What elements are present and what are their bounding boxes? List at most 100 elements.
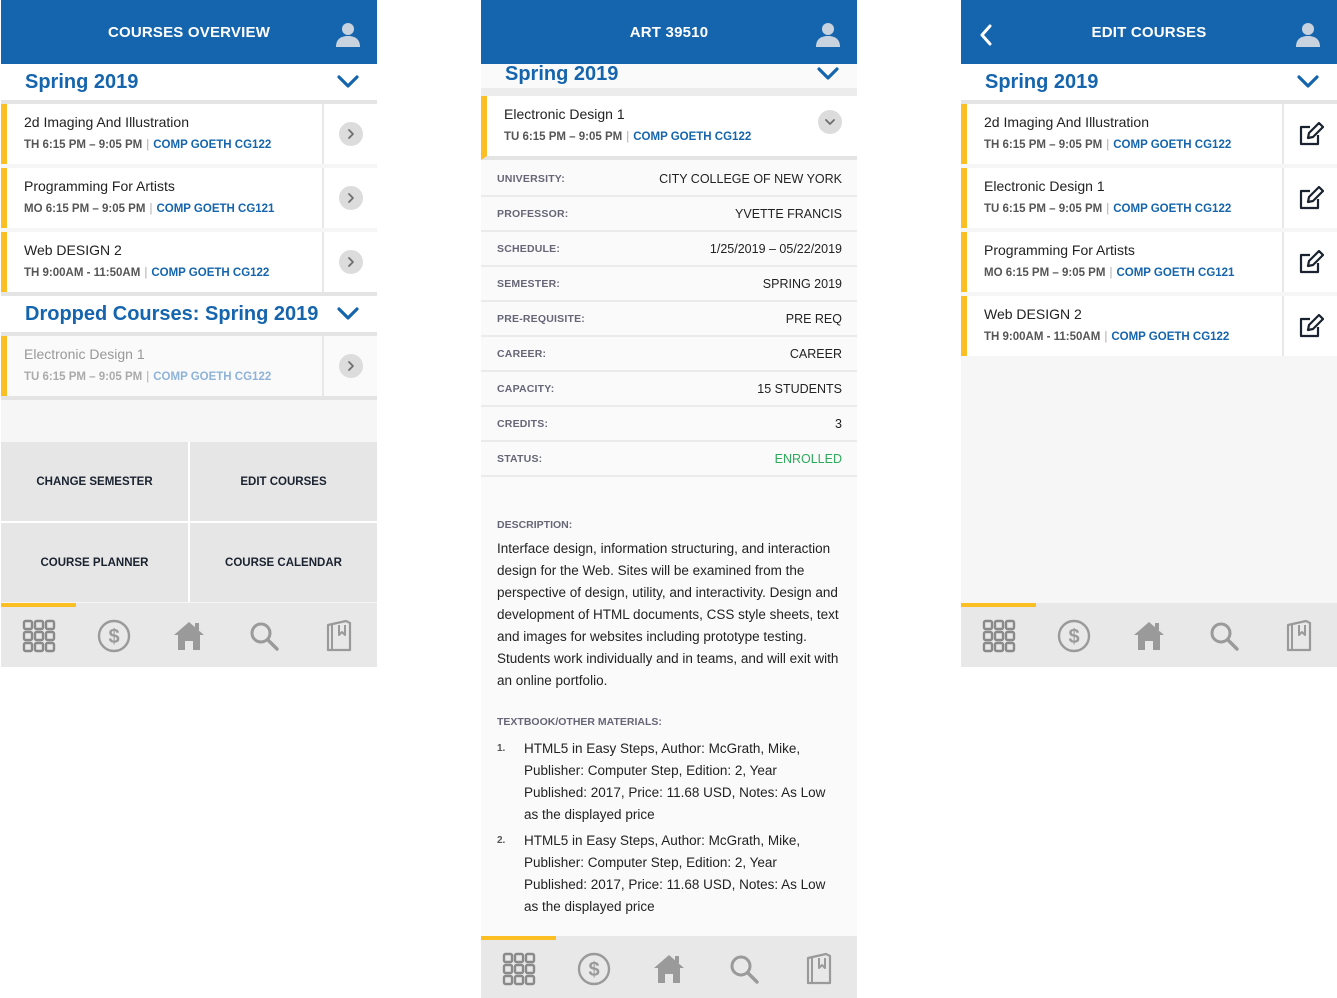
app-header: ART 39510: [481, 0, 857, 64]
tab-search[interactable]: [706, 944, 781, 994]
course-description: Interface design, information structurin…: [497, 541, 839, 688]
edit-course-button[interactable]: [1282, 104, 1337, 164]
course-open-button[interactable]: [322, 104, 377, 164]
edit-courses-screen: EDIT COURSES Spring 2019 2d Imaging And …: [961, 0, 1337, 667]
book-icon: [1282, 619, 1316, 653]
app-header: COURSES OVERVIEW: [1, 0, 377, 64]
tab-home[interactable]: [1111, 611, 1186, 661]
field-university: UNIVERSITY: CITY COLLEGE OF NEW YORK: [481, 162, 857, 197]
course-time: TH 6:15 PM – 9:05 PM: [24, 139, 143, 151]
field-label: CREDITS:: [497, 417, 549, 430]
book-icon: [322, 619, 356, 653]
course-item[interactable]: 2d Imaging And Illustration TH 6:15 PM –…: [1, 104, 377, 164]
dollar-icon: [1057, 619, 1091, 653]
course-item[interactable]: Electronic Design 1 TU 6:15 PM – 9:05 PM…: [961, 168, 1337, 228]
tab-book[interactable]: [301, 611, 376, 661]
course-open-button[interactable]: [322, 336, 377, 396]
chevron-right-icon[interactable]: [338, 354, 363, 378]
course-meta: TH 6:15 PM – 9:05 PM | COMP GOETH CG122: [984, 139, 1231, 151]
chevron-down-icon[interactable]: [337, 75, 359, 89]
semester-title: Spring 2019: [985, 70, 1099, 93]
course-item[interactable]: Web DESIGN 2 TH 9:00AM - 11:50AM | COMP GO…: [1, 232, 377, 292]
chevron-down-icon[interactable]: [1297, 75, 1319, 89]
course-detail-screen: ART 39510 Spring 2019 Electronic Design …: [481, 0, 857, 998]
course-item[interactable]: Web DESIGN 2 TH 9:00AM - 11:50AM | COMP GO…: [961, 296, 1337, 356]
course-meta: TU 6:15 PM – 9:05 PM | COMP GOETH CG122: [504, 131, 751, 143]
semester-selector[interactable]: Spring 2019: [481, 63, 857, 96]
user-icon[interactable]: [1295, 22, 1321, 48]
tab-book[interactable]: [1261, 611, 1336, 661]
course-room: COMP GOETH CG122: [1113, 139, 1232, 151]
course-time: TU 6:15 PM – 9:05 PM: [24, 371, 143, 383]
course-item[interactable]: Programming For Artists MO 6:15 PM – 9:0…: [1, 168, 377, 228]
semester-selector[interactable]: Spring 2019: [961, 64, 1337, 104]
dropped-courses-title: Dropped Courses: Spring 2019: [25, 302, 319, 325]
meta-separator: |: [144, 267, 148, 279]
tab-finance[interactable]: [556, 944, 631, 994]
material-text: HTML5 in Easy Steps, Author: McGrath, Mi…: [524, 833, 826, 914]
tab-search[interactable]: [1186, 611, 1261, 661]
chevron-down-icon[interactable]: [817, 67, 839, 81]
course-header[interactable]: Electronic Design 1 TU 6:15 PM – 9:05 PM…: [481, 96, 857, 160]
user-icon[interactable]: [335, 22, 361, 48]
course-calendar-button[interactable]: COURSE CALENDAR: [190, 523, 377, 602]
tab-home[interactable]: [151, 611, 226, 661]
course-room: COMP GOETH CG122: [1111, 331, 1230, 343]
chevron-down-icon[interactable]: [337, 307, 359, 321]
meta-separator: |: [149, 203, 153, 215]
course-open-button[interactable]: [322, 168, 377, 228]
edit-course-button[interactable]: [1282, 296, 1337, 356]
course-planner-button[interactable]: COURSE PLANNER: [1, 523, 188, 602]
chevron-right-icon[interactable]: [338, 122, 363, 146]
divider: [1, 396, 377, 400]
course-open-button[interactable]: [322, 232, 377, 292]
tab-grid[interactable]: [961, 611, 1036, 661]
meta-separator: |: [1104, 331, 1108, 343]
material-item: 2. HTML5 in Easy Steps, Author: McGrath,…: [497, 830, 843, 918]
course-time: TH 9:00AM - 11:50AM: [24, 267, 141, 279]
semester-selector[interactable]: Spring 2019: [1, 64, 377, 104]
action-buttons: CHANGE SEMESTER EDIT COURSES COURSE PLAN…: [1, 442, 377, 602]
course-item[interactable]: Programming For Artists MO 6:15 PM – 9:0…: [961, 232, 1337, 292]
search-icon: [247, 619, 281, 653]
chevron-right-icon[interactable]: [338, 250, 363, 274]
tab-grid[interactable]: [1, 611, 76, 661]
field-label: SEMESTER:: [497, 277, 561, 290]
course-name: Electronic Design 1: [984, 178, 1105, 194]
edit-course-button[interactable]: [1282, 168, 1337, 228]
back-arrow-icon[interactable]: [979, 24, 993, 46]
dollar-icon: [97, 619, 131, 653]
tab-search[interactable]: [226, 611, 301, 661]
field-semester: SEMESTER: SPRING 2019: [481, 267, 857, 302]
dropped-courses-header[interactable]: Dropped Courses: Spring 2019: [1, 292, 377, 336]
chevron-right-icon[interactable]: [338, 186, 363, 210]
user-icon[interactable]: [815, 22, 841, 48]
field-value: CITY COLLEGE OF NEW YORK: [659, 171, 842, 186]
tab-book[interactable]: [781, 944, 856, 994]
meta-separator: |: [626, 131, 630, 143]
edit-courses-button[interactable]: EDIT COURSES: [190, 442, 377, 521]
tab-finance[interactable]: [76, 611, 151, 661]
tab-grid[interactable]: [481, 944, 556, 994]
page-title: ART 39510: [629, 23, 709, 41]
meta-separator: |: [146, 139, 150, 151]
course-item[interactable]: 2d Imaging And Illustration TH 6:15 PM –…: [961, 104, 1337, 164]
meta-separator: |: [146, 371, 150, 383]
course-meta: MO 6:15 PM – 9:05 PM | COMP GOETH CG121: [24, 203, 274, 215]
tab-home[interactable]: [631, 944, 706, 994]
field-label: PROFESSOR:: [497, 207, 569, 220]
book-icon: [802, 952, 836, 986]
field-label: CAREER:: [497, 347, 547, 360]
course-name: Web DESIGN 2: [984, 306, 1082, 322]
field-capacity: CAPACITY: 15 STUDENTS: [481, 372, 857, 407]
tab-finance[interactable]: [1036, 611, 1111, 661]
course-name: Electronic Design 1: [24, 346, 145, 362]
collapse-chevron-icon[interactable]: [818, 110, 842, 134]
edit-course-button[interactable]: [1282, 232, 1337, 292]
course-time: TU 6:15 PM – 9:05 PM: [504, 131, 623, 143]
change-semester-button[interactable]: CHANGE SEMESTER: [1, 442, 188, 521]
edit-icon: [1298, 185, 1324, 211]
dropped-course-item[interactable]: Electronic Design 1 TU 6:15 PM – 9:05 PM…: [1, 336, 377, 396]
bottom-tab-bar: [961, 603, 1337, 667]
course-meta: TU 6:15 PM – 9:05 PM | COMP GOETH CG122: [984, 203, 1231, 215]
